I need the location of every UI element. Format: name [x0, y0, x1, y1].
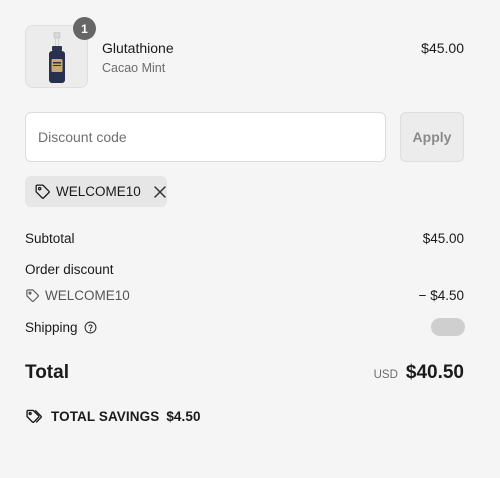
order-discount-value: − $4.50: [418, 288, 464, 303]
order-discount-label: Order discount: [25, 262, 114, 277]
total-amount: USD $40.50: [374, 362, 464, 384]
tag-icon: [34, 183, 51, 200]
product-name: Glutathione: [102, 40, 174, 56]
order-discount-code: WELCOME10: [45, 288, 130, 303]
currency-code: USD: [373, 369, 398, 381]
apply-button[interactable]: Apply: [400, 112, 464, 162]
total-label: Total: [25, 362, 69, 383]
total-savings-value: $4.50: [166, 409, 201, 424]
total-savings-label: TOTAL SAVINGS: [51, 409, 160, 424]
applied-discount-chip: WELCOME10: [25, 176, 167, 207]
subtotal-label: Subtotal: [25, 231, 75, 246]
double-tag-icon: [25, 408, 44, 425]
order-discount-code-row: WELCOME10: [25, 288, 130, 303]
product-variant: Cacao Mint: [102, 61, 166, 75]
product-price: $45.00: [421, 40, 464, 56]
shipping-row: Shipping: [25, 320, 97, 335]
subtotal-value: $45.00: [422, 231, 464, 246]
quantity-badge: 1: [73, 17, 96, 40]
shipping-value-placeholder: [431, 318, 465, 336]
shipping-label: Shipping: [25, 320, 78, 335]
question-circle-icon[interactable]: [84, 321, 97, 334]
total-savings-row: TOTAL SAVINGS $4.50: [25, 408, 201, 425]
applied-discount-code: WELCOME10: [56, 184, 141, 199]
product-bottle-image: [49, 32, 65, 83]
discount-code-input[interactable]: [25, 112, 386, 162]
total-value: $40.50: [405, 362, 464, 383]
remove-discount-close-icon[interactable]: [154, 185, 166, 198]
tag-icon: [25, 288, 40, 303]
